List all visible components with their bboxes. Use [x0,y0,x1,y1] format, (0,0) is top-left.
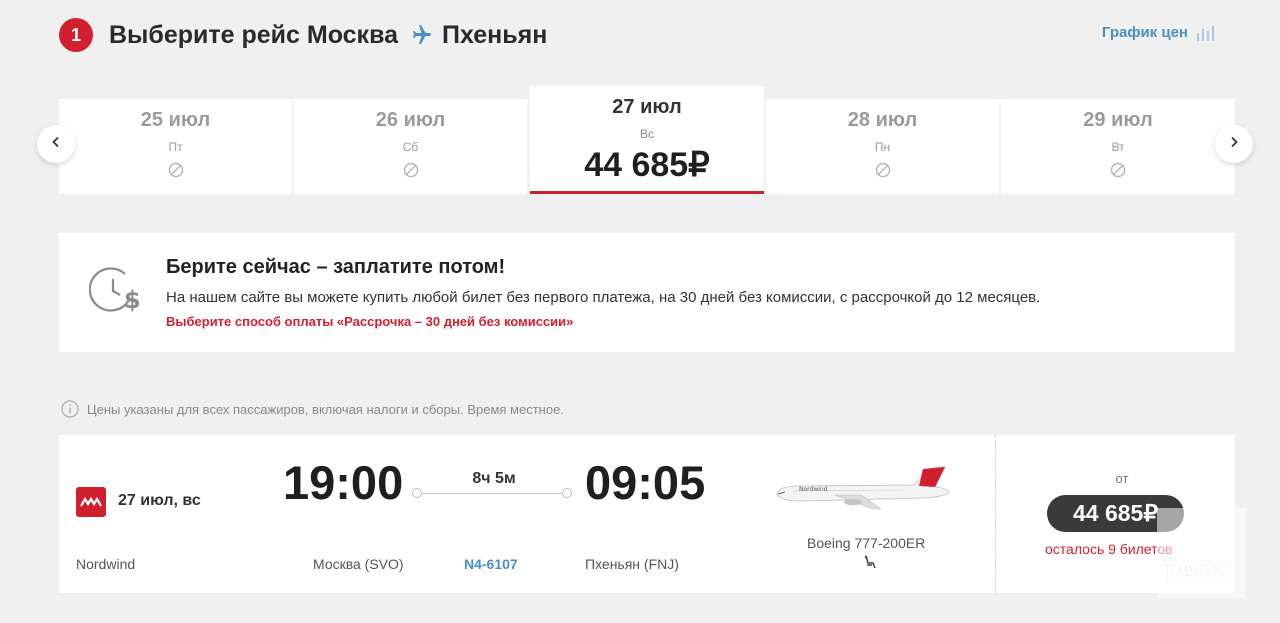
seats-left: осталось 9 билетов [1045,541,1173,557]
date-option-25[interactable]: 25 июл Пт [59,99,292,194]
flight-duration: 8ч 5м [472,470,516,487]
unavailable-icon [59,162,292,178]
weekday-label: Вс [639,127,654,141]
date-label: 29 июл [1083,109,1153,131]
title-prefix: Выберите рейс [109,20,300,49]
svg-text:$: $ [124,286,141,314]
title-destination: Пхеньян [442,20,548,49]
aircraft-image: Nordwind [773,461,953,522]
unavailable-icon [1001,162,1235,178]
promo-payment-link[interactable]: Выберите способ оплаты «Рассрочка – 30 д… [166,314,573,329]
flight-date: 27 июл, вс [118,492,201,509]
weekday-label: Вт [1111,140,1125,154]
step-header: 1 Выберите рейс Москва Пхеньян [59,17,547,53]
prev-dates-button[interactable] [37,125,75,163]
tass-watermark: ТАСС [1162,557,1234,585]
date-label: 28 июл [847,109,918,131]
aircraft-model: Boeing 777-200ER [807,535,926,551]
unavailable-icon [766,162,999,178]
svg-text:Nordwind: Nordwind [799,486,828,493]
page-title: Выберите рейс Москва Пхеньян [109,21,547,50]
departure-airport: Москва (SVO) [313,556,404,572]
price-chart-link[interactable]: График цен [1102,24,1218,41]
flight-card[interactable]: 27 июл, вс Nordwind 19:00 8ч 5м 09:05 Мо… [59,435,1235,593]
price-chart-label: График цен [1101,24,1188,41]
nordwind-logo-icon [76,487,106,517]
price-notice: Цены указаны для всех пассажиров, включа… [61,400,564,418]
step-number-badge: 1 [59,18,93,52]
card-divider [995,435,996,593]
date-option-26[interactable]: 26 июл Сб [294,99,527,194]
date-option-29[interactable]: 29 июл Вт [1001,99,1235,194]
next-dates-button[interactable] [1215,125,1253,163]
weekday-label: Пн [874,140,891,154]
weekday-label: Сб [402,140,419,154]
title-origin: Москва [306,20,399,49]
airline-name: Nordwind [76,556,136,572]
chevron-left-icon [50,135,62,153]
date-option-27-selected[interactable]: 27 июл Вс 44 685₽ [530,86,764,194]
weekday-label: Пт [168,140,183,154]
clock-dollar-icon: $ [88,264,143,323]
date-price: 44 685₽ [584,146,710,184]
route-line [412,488,572,498]
airplane-icon [408,23,432,47]
promo-text: На нашем сайте вы можете купить любой би… [166,289,1041,306]
price-prefix: от [1115,471,1129,486]
date-label: 25 июл [140,109,211,131]
installment-promo: $ Берите сейчас – заплатите потом! На на… [59,233,1235,352]
info-icon [61,400,79,418]
chevron-right-icon [1228,135,1240,153]
arrival-time: 09:05 [585,456,706,509]
date-option-28[interactable]: 28 июл Пн [766,99,999,194]
bar-chart-icon [1196,25,1218,41]
origin-dot [412,488,422,498]
notice-text: Цены указаны для всех пассажиров, включа… [87,401,564,417]
unavailable-icon [294,162,527,178]
date-label: 27 июл [612,96,682,118]
departure-time: 19:00 [283,456,404,509]
flight-number-link[interactable]: N4-6107 [464,556,518,572]
date-label: 26 июл [375,109,446,131]
promo-title: Берите сейчас – заплатите потом! [166,256,506,278]
arrival-airport: Пхеньян (FNJ) [585,556,679,572]
date-selector: 25 июл Пт 26 июл Сб 27 июл Вс 44 685₽ 28… [59,86,1235,194]
destination-dot [562,488,572,498]
seat-icon [863,555,877,574]
